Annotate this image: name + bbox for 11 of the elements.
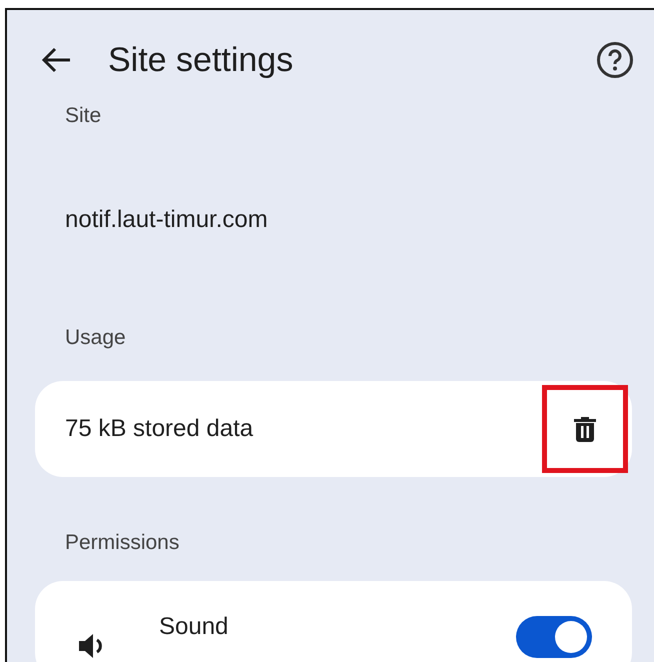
page-title: Site settings	[108, 40, 294, 80]
trash-icon[interactable]	[574, 416, 596, 442]
toggle-switch[interactable]	[516, 616, 592, 658]
section-heading: Permissions	[64, 530, 180, 556]
section-heading: Site	[64, 103, 102, 129]
site-address: notif.laut-timur.com	[64, 204, 269, 234]
back-arrow-icon[interactable]	[40, 46, 72, 74]
help-icon[interactable]	[596, 41, 634, 79]
stored-data-label: 75 kB stored data	[65, 414, 254, 444]
permission-label: Sound	[159, 612, 230, 642]
section-heading: Usage	[64, 324, 127, 350]
